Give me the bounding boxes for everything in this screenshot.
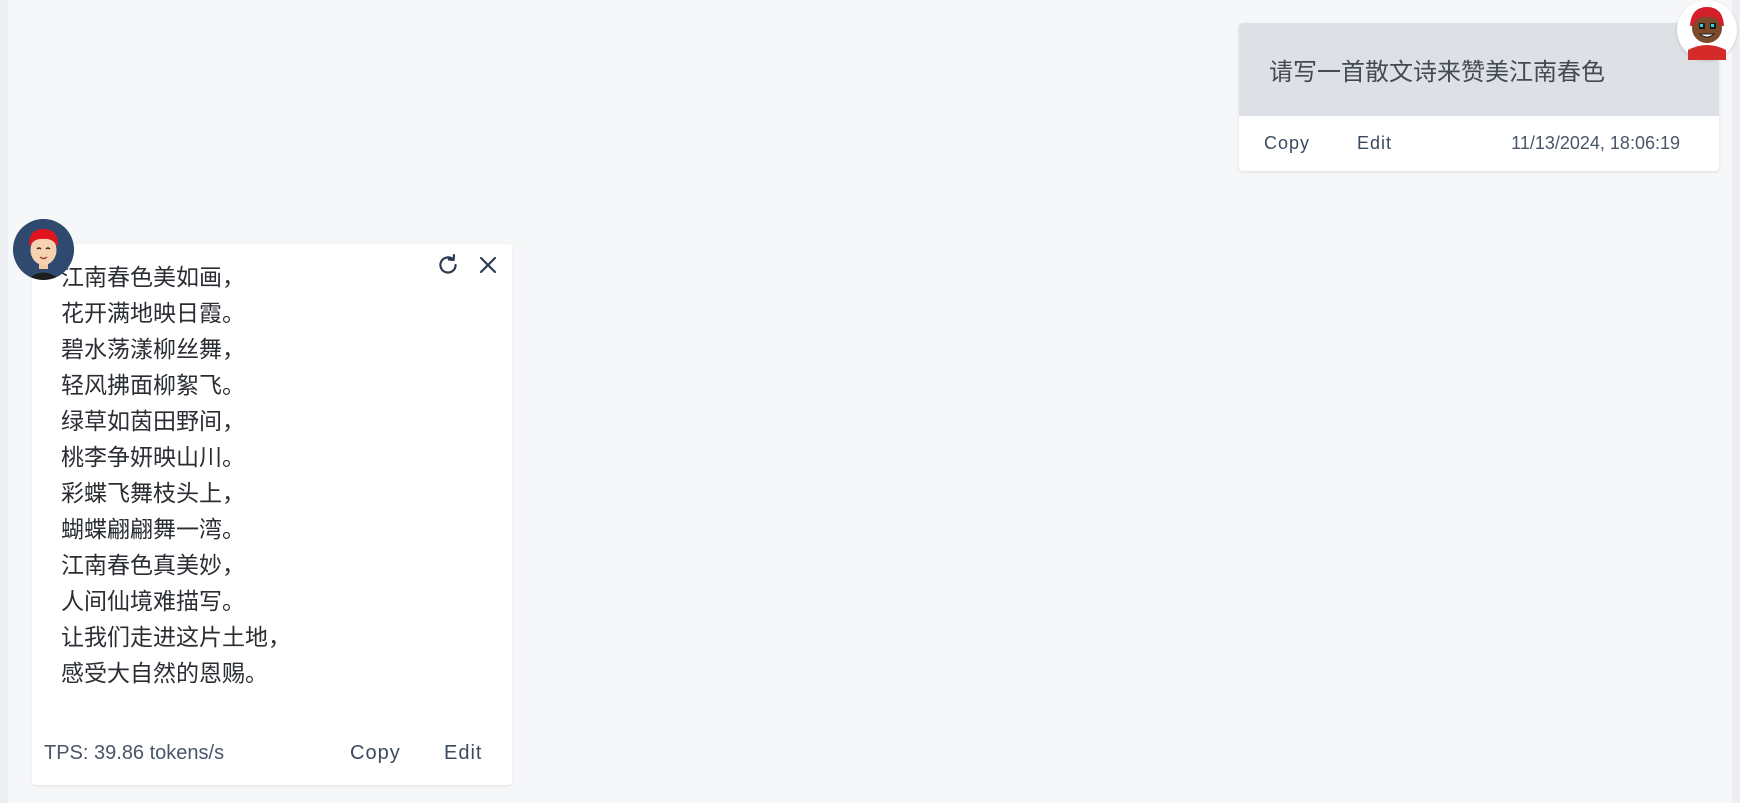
poem-line: 彩蝶飞舞枝头上， [61,481,245,507]
poem-line: 桃李争妍映山川。 [61,445,245,471]
assistant-edit-button[interactable]: Edit [444,742,482,765]
user-message-footer: Copy Edit 11/13/2024, 18:06:19 [1239,116,1719,171]
left-edge [0,0,8,803]
poem-line: 江南春色美如画， [61,265,245,291]
assistant-message-text: 江南春色美如画， 花开满地映日霞。 碧水荡漾柳丝舞， 轻风拂面柳絮飞。 绿草如茵… [61,260,291,692]
assistant-message-footer: TPS: 39.86 tokens/s Copy Edit [32,727,512,785]
assistant-avatar-icon [13,219,74,280]
assistant-avatar [13,219,74,280]
poem-line: 蝴蝶翩翩舞一湾。 [61,517,245,543]
user-avatar-icon [1679,2,1735,60]
assistant-message-card: 江南春色美如画， 花开满地映日霞。 碧水荡漾柳丝舞， 轻风拂面柳絮飞。 绿草如茵… [32,244,512,785]
user-copy-button[interactable]: Copy [1264,133,1310,154]
poem-line: 江南春色真美妙， [61,553,245,579]
poem-line: 让我们走进这片土地， [61,625,291,651]
close-button[interactable] [468,248,508,282]
assistant-toolbar [428,248,508,282]
assistant-copy-button[interactable]: Copy [350,742,401,765]
poem-line: 绿草如茵田野间， [61,409,245,435]
scrollbar-track[interactable] [1732,0,1740,803]
close-icon [479,256,497,274]
poem-line: 花开满地映日霞。 [61,301,245,327]
user-message-text: 请写一首散文诗来赞美江南春色 [1239,23,1719,116]
poem-line: 碧水荡漾柳丝舞， [61,337,245,363]
regenerate-button[interactable] [428,248,468,282]
user-avatar [1677,0,1737,60]
poem-line: 轻风拂面柳絮飞。 [61,373,245,399]
user-message-card: 请写一首散文诗来赞美江南春色 Copy Edit 11/13/2024, 18:… [1239,23,1719,171]
user-edit-button[interactable]: Edit [1357,133,1392,154]
message-timestamp: 11/13/2024, 18:06:19 [1511,133,1680,153]
tps-readout: TPS: 39.86 tokens/s [44,742,225,764]
poem-line: 感受大自然的恩赐。 [61,661,268,687]
poem-line: 人间仙境难描写。 [61,589,245,615]
refresh-icon [439,253,457,274]
